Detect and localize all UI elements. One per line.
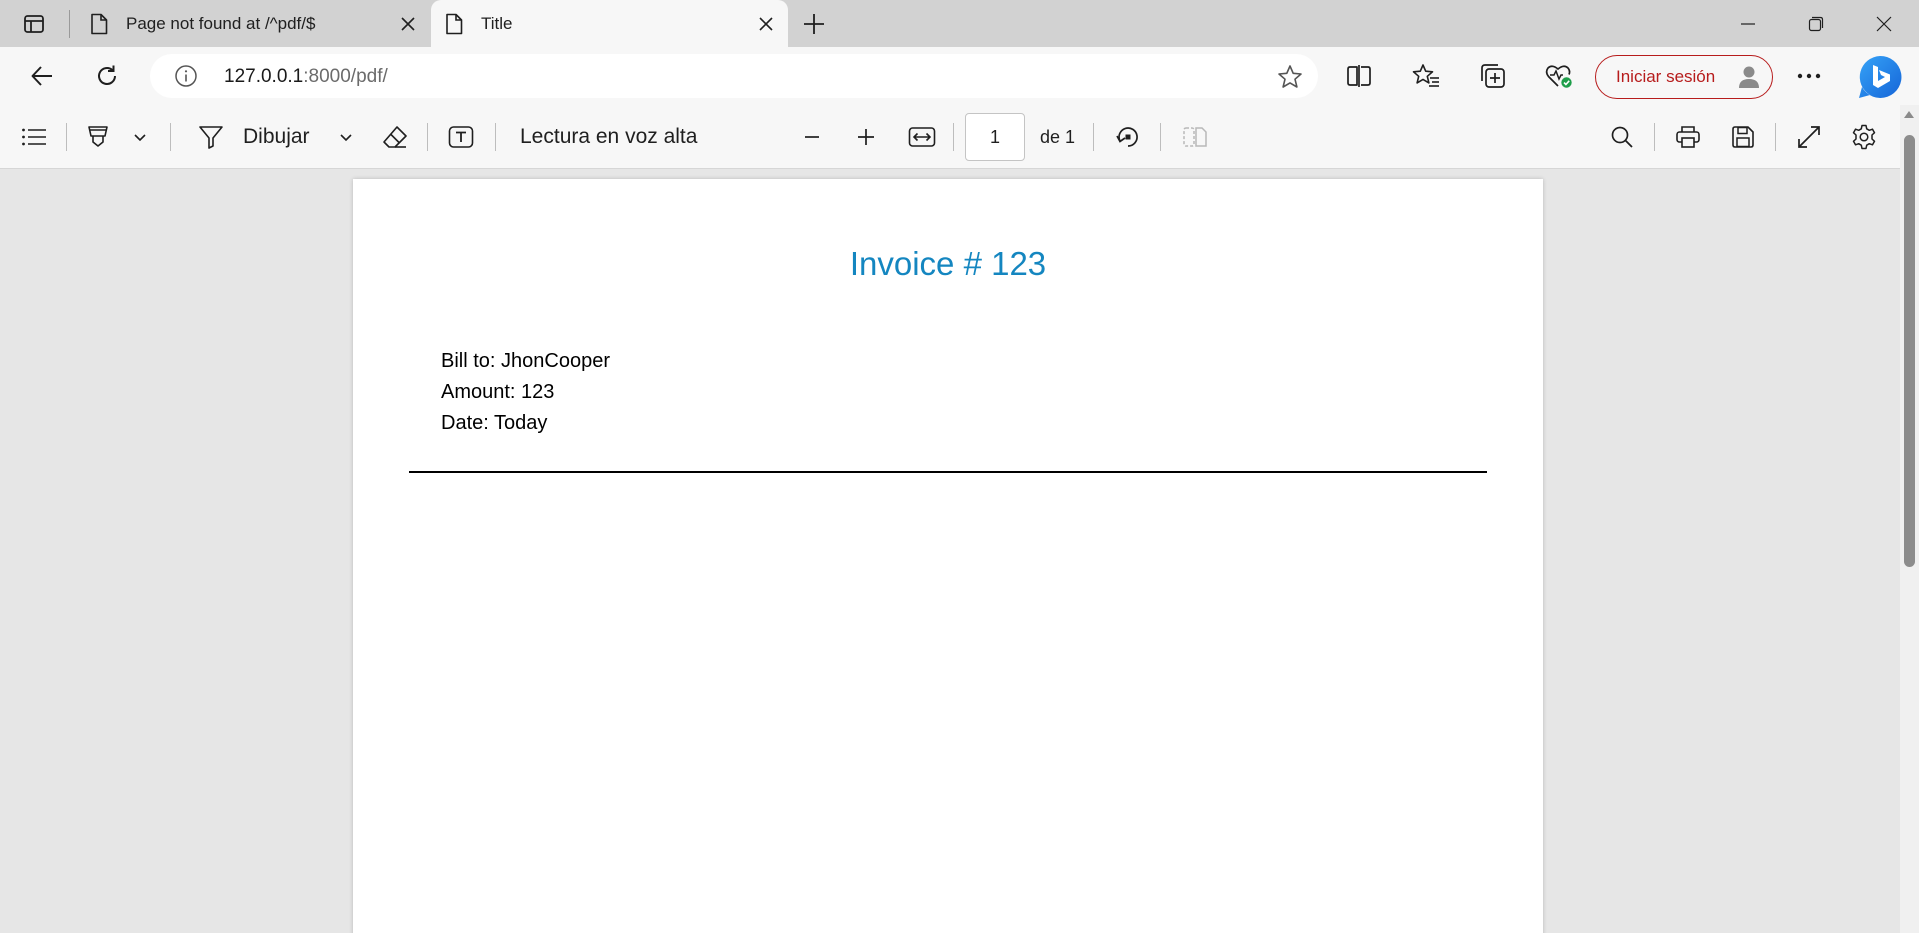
two-page-icon[interactable] <box>1178 117 1212 157</box>
star-icon[interactable] <box>1276 63 1304 91</box>
favorites-icon[interactable] <box>1406 57 1446 95</box>
contents-icon[interactable] <box>16 117 52 157</box>
zoom-out-icon[interactable] <box>797 117 827 157</box>
draw-icon[interactable] <box>196 117 226 157</box>
more-icon[interactable] <box>1789 57 1829 95</box>
search-icon[interactable] <box>1605 117 1639 157</box>
page-icon <box>443 13 465 35</box>
toolbar-separator <box>1093 123 1094 151</box>
tab-separator <box>69 10 70 38</box>
toolbar-separator <box>66 123 67 151</box>
url-text[interactable]: 127.0.0.1:8000/pdf/ <box>224 66 388 88</box>
close-icon[interactable] <box>392 8 424 40</box>
vertical-scrollbar[interactable] <box>1900 105 1919 933</box>
fullscreen-icon[interactable] <box>1792 117 1826 157</box>
toolbar-separator <box>1775 123 1776 151</box>
toolbar-separator <box>1160 123 1161 151</box>
chevron-down-icon[interactable] <box>128 117 152 157</box>
chevron-down-icon[interactable] <box>334 117 358 157</box>
settings-icon[interactable] <box>1847 117 1881 157</box>
text-icon[interactable] <box>446 117 476 157</box>
bill-to-line: Bill to: JhonCooper <box>441 350 610 372</box>
scroll-thumb[interactable] <box>1904 135 1915 567</box>
restore-icon[interactable] <box>1782 0 1850 47</box>
rotate-icon[interactable] <box>1111 117 1145 157</box>
scroll-up-arrow-icon[interactable] <box>1904 111 1914 118</box>
horizontal-rule <box>409 471 1487 473</box>
minimize-icon[interactable] <box>1714 0 1782 47</box>
read-aloud-button[interactable]: Lectura en voz alta <box>520 117 697 157</box>
highlight-icon[interactable] <box>80 117 116 157</box>
close-window-icon[interactable] <box>1850 0 1918 47</box>
draw-label: Dibujar <box>243 125 310 148</box>
fit-width-icon[interactable] <box>905 117 939 157</box>
navigation-bar: 127.0.0.1:8000/pdf/ Iniciar sesión <box>0 47 1919 105</box>
refresh-icon[interactable] <box>87 57 127 95</box>
collections-icon[interactable] <box>1473 57 1513 95</box>
signin-label: Iniciar sesión <box>1616 67 1716 86</box>
toolbar-separator <box>170 123 171 151</box>
pdf-viewer[interactable]: Invoice # 123 Bill to: JhonCooper Amount… <box>0 170 1900 933</box>
date-line: Date: Today <box>441 412 548 434</box>
pdf-toolbar: Dibujar Lectura en voz alta 1 de 1 <box>0 105 1919 169</box>
split-screen-icon[interactable] <box>1339 57 1379 95</box>
eraser-icon[interactable] <box>378 117 412 157</box>
info-icon[interactable] <box>174 64 198 88</box>
bing-icon[interactable] <box>1857 54 1903 100</box>
toolbar-separator <box>427 123 428 151</box>
tab-actions-icon[interactable] <box>14 8 54 40</box>
plus-icon[interactable] <box>797 7 831 41</box>
amount-line: Amount: 123 <box>441 381 555 403</box>
toolbar-separator <box>495 123 496 151</box>
save-icon[interactable] <box>1726 117 1760 157</box>
health-icon[interactable] <box>1539 57 1579 95</box>
avatar-icon <box>1736 64 1762 90</box>
invoice-title: Invoice # 123 <box>849 245 1047 282</box>
tab-strip: Page not found at /^pdf/$ Title <box>0 0 1919 47</box>
close-icon[interactable] <box>750 8 782 40</box>
read-aloud-label: Lectura en voz alta <box>520 125 698 148</box>
page-total: de 1 <box>1040 127 1076 147</box>
tab-title: Title <box>481 13 513 33</box>
tab-title-active[interactable]: Title <box>431 0 788 47</box>
url-path: :8000/pdf/ <box>303 66 388 87</box>
toolbar-separator <box>953 123 954 151</box>
back-icon[interactable] <box>22 57 62 95</box>
toolbar-separator <box>1654 123 1655 151</box>
pdf-page: Invoice # 123 Bill to: JhonCooper Amount… <box>353 179 1543 933</box>
tab-page-not-found[interactable]: Page not found at /^pdf/$ <box>76 0 430 47</box>
draw-button[interactable]: Dibujar <box>243 117 310 157</box>
print-icon[interactable] <box>1671 117 1705 157</box>
address-bar[interactable]: 127.0.0.1:8000/pdf/ <box>150 54 1318 98</box>
url-host: 127.0.0.1 <box>224 66 304 87</box>
tab-title: Page not found at /^pdf/$ <box>126 13 316 33</box>
page-number-input[interactable]: 1 <box>965 113 1025 161</box>
page-icon <box>88 13 110 35</box>
signin-button[interactable]: Iniciar sesión <box>1595 55 1773 99</box>
zoom-in-icon[interactable] <box>851 117 881 157</box>
